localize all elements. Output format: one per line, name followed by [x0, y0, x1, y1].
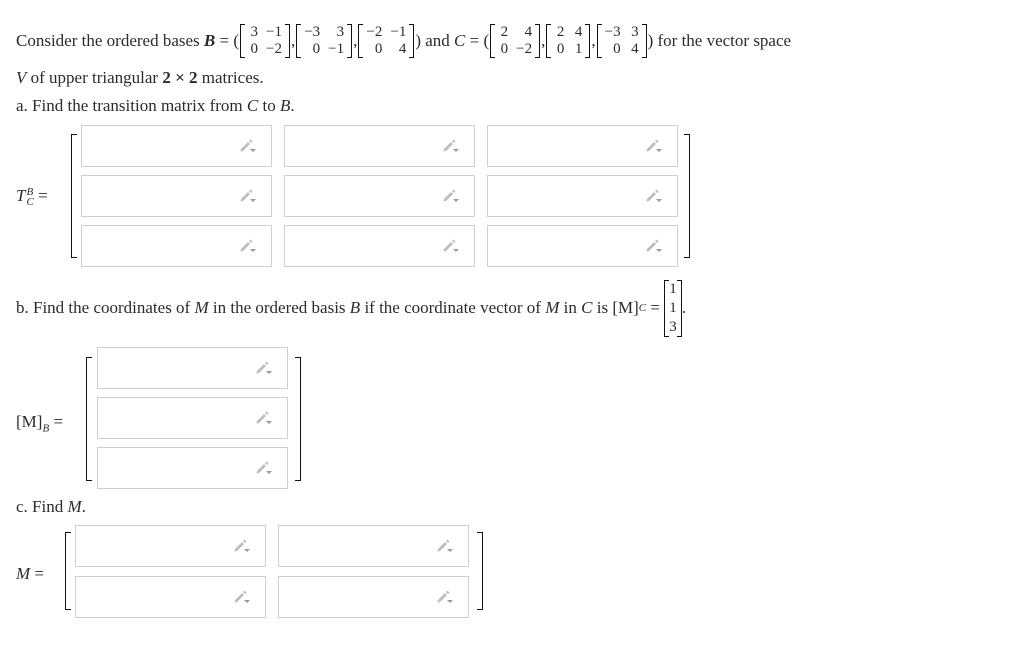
pencil-dropdown-icon[interactable]	[233, 538, 251, 554]
pencil-dropdown-icon[interactable]	[239, 188, 257, 204]
pencil-dropdown-icon[interactable]	[255, 410, 273, 426]
basis-b-symbol: B	[203, 31, 216, 50]
basis-c-matrix-3: −3 3 0 4	[596, 24, 647, 58]
transition-cell-r2-c2[interactable]	[284, 175, 475, 217]
transition-cell-r3-c3[interactable]	[487, 225, 678, 267]
pencil-dropdown-icon[interactable]	[233, 589, 251, 605]
part-a-prompt: a. Find the transition matrix from C to …	[16, 96, 295, 115]
pencil-dropdown-icon[interactable]	[255, 460, 273, 476]
mb-cell-r3[interactable]	[97, 447, 288, 489]
pencil-dropdown-icon[interactable]	[442, 138, 460, 154]
matrix-a-left-bracket	[71, 134, 77, 258]
pencil-dropdown-icon[interactable]	[255, 360, 273, 376]
part-b-prompt: b. Find the coordinates of M in the orde…	[16, 279, 686, 337]
intro-suffix: for the vector space	[657, 31, 792, 50]
transition-cell-r3-c2[interactable]	[284, 225, 475, 267]
transition-cell-r1-c3[interactable]	[487, 125, 678, 167]
question-intro: Consider the ordered bases B = ( 3 −1 0 −2,…	[16, 24, 792, 58]
pencil-dropdown-icon[interactable]	[436, 538, 454, 554]
part-c-prompt: c. Find M.	[16, 497, 86, 516]
pencil-dropdown-icon[interactable]	[645, 238, 663, 254]
basis-b-matrix-2: −3 3 0 −1	[296, 24, 353, 58]
m-cell-r2-c1[interactable]	[75, 576, 266, 618]
mb-vector-label: [M]B =	[16, 412, 64, 435]
m-cell-r1-c1[interactable]	[75, 525, 266, 567]
mc-vector: 113	[664, 279, 682, 337]
transition-cell-r1-c1[interactable]	[81, 125, 272, 167]
pencil-dropdown-icon[interactable]	[239, 138, 257, 154]
transition-cell-r2-c3[interactable]	[487, 175, 678, 217]
basis-c-matrix-2: 2401	[546, 24, 591, 58]
transition-cell-r3-c1[interactable]	[81, 225, 272, 267]
basis-b-matrix-1: 3 −1 0 −2	[239, 24, 290, 58]
pencil-dropdown-icon[interactable]	[645, 138, 663, 154]
m-matrix-label: M =	[16, 564, 45, 583]
basis-b-matrix-3: −2 −1 0 4	[358, 24, 415, 58]
pencil-dropdown-icon[interactable]	[645, 188, 663, 204]
m-cell-r2-c2[interactable]	[278, 576, 469, 618]
question-line-2: V of upper triangular 2 × 2 matrices.	[16, 68, 264, 87]
pencil-dropdown-icon[interactable]	[442, 188, 460, 204]
transition-matrix-label: TBC =	[16, 186, 48, 209]
matrix-c-right-bracket	[477, 532, 483, 610]
basis-c-matrix-1: 2 4 0 −2	[490, 24, 541, 58]
m-cell-r1-c2[interactable]	[278, 525, 469, 567]
mb-cell-r1[interactable]	[97, 347, 288, 389]
pencil-dropdown-icon[interactable]	[442, 238, 460, 254]
intro-prefix: Consider the ordered bases	[16, 31, 200, 50]
matrix-b-right-bracket	[295, 357, 301, 481]
and-text: and	[425, 31, 450, 50]
pencil-dropdown-icon[interactable]	[239, 238, 257, 254]
mb-cell-r2[interactable]	[97, 397, 288, 439]
transition-cell-r2-c1[interactable]	[81, 175, 272, 217]
transition-cell-r1-c2[interactable]	[284, 125, 475, 167]
matrix-a-right-bracket	[684, 134, 690, 258]
matrix-b-left-bracket	[86, 357, 92, 481]
basis-c-symbol: C	[454, 31, 466, 50]
pencil-dropdown-icon[interactable]	[436, 589, 454, 605]
matrix-c-left-bracket	[65, 532, 71, 610]
